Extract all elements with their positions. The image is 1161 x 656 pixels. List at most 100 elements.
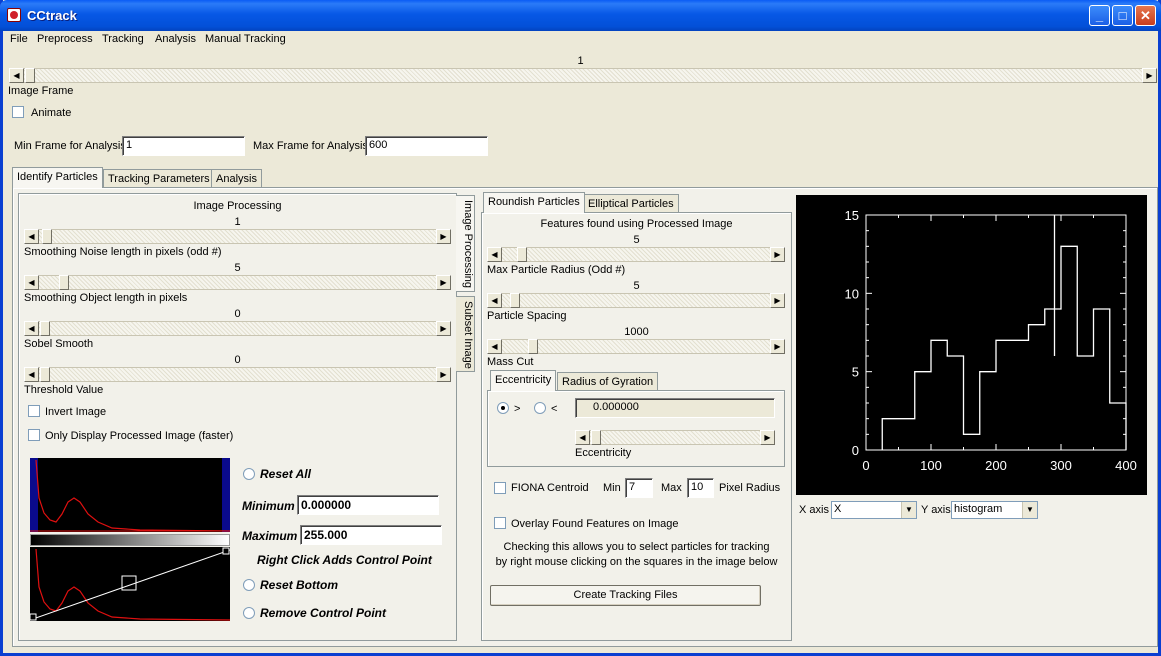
spacing-value: 5 [633,280,640,292]
scroll-right-icon[interactable]: ▶ [760,430,775,445]
scroll-left-icon[interactable]: ◀ [575,430,590,445]
slider-thumb[interactable] [25,68,35,83]
scroll-right-icon[interactable]: ▶ [436,321,451,336]
animate-label: Animate [31,107,72,119]
less-than-radio[interactable] [534,402,546,414]
y-tick-label: 5 [852,365,859,380]
window-title: CCtrack [27,8,77,23]
invert-image-checkbox[interactable] [28,405,40,417]
xaxis-label: X axis [799,504,829,516]
eccentricity-label: Eccentricity [575,447,632,459]
greater-than-radio[interactable] [497,402,509,414]
scroll-left-icon[interactable]: ◀ [9,68,24,83]
minimum-input[interactable]: 0.000000 [297,495,439,515]
xaxis-select[interactable]: X ▼ [831,501,917,519]
only-processed-checkbox[interactable] [28,429,40,441]
scroll-left-icon[interactable]: ◀ [487,293,502,308]
slider-thumb[interactable] [59,275,69,290]
scroll-right-icon[interactable]: ▶ [436,275,451,290]
create-tracking-files-button[interactable]: Create Tracking Files [490,585,761,606]
scroll-right-icon[interactable]: ▶ [1142,68,1157,83]
slider-thumb[interactable] [517,247,527,262]
sobel-slider[interactable]: ◀ ▶ [24,321,451,336]
minimum-label: Minimum [242,499,295,513]
max-radius-input[interactable]: 10 [687,478,714,498]
min-radius-input[interactable]: 7 [625,478,653,498]
only-processed-label: Only Display Processed Image (faster) [45,430,234,442]
maximum-label: Maximum [242,529,298,543]
menu-analysis[interactable]: Analysis [155,33,196,45]
overlay-checkbox[interactable] [494,517,506,529]
scroll-right-icon[interactable]: ▶ [436,367,451,382]
slider-thumb[interactable] [42,229,52,244]
scroll-right-icon[interactable]: ▶ [770,339,785,354]
tab-elliptical-particles[interactable]: Elliptical Particles [583,194,679,213]
y-tick-label: 15 [845,208,859,223]
scroll-right-icon[interactable]: ▶ [770,293,785,308]
transfer-curve[interactable] [30,547,230,621]
chevron-down-icon[interactable]: ▼ [1022,502,1037,518]
tab-analysis[interactable]: Analysis [211,169,262,188]
image-frame-slider[interactable]: ◀ ▶ [9,68,1157,83]
tab-radius-of-gyration[interactable]: Radius of Gyration [557,372,659,391]
yaxis-select[interactable]: histogram ▼ [951,501,1038,519]
noise-slider[interactable]: ◀ ▶ [24,229,451,244]
mass-cut-slider[interactable]: ◀ ▶ [487,339,785,354]
scroll-left-icon[interactable]: ◀ [24,367,39,382]
scroll-left-icon[interactable]: ◀ [24,321,39,336]
greater-than-label: > [514,403,521,415]
tab-image-processing[interactable]: Image Processing [456,195,475,292]
scroll-left-icon[interactable]: ◀ [487,339,502,354]
max-radius-label: Max Particle Radius (Odd #) [487,264,626,276]
slider-thumb[interactable] [40,367,50,382]
min-frame-input[interactable]: 1 [122,136,245,156]
slider-thumb[interactable] [510,293,520,308]
image-frame-label: Image Frame [8,85,74,97]
scroll-left-icon[interactable]: ◀ [24,275,39,290]
features-title: Features found using Processed Image [540,218,733,230]
scroll-left-icon[interactable]: ◀ [487,247,502,262]
intensity-histogram[interactable] [30,458,230,532]
reset-all-radio[interactable] [243,468,255,480]
threshold-slider[interactable]: ◀ ▶ [24,367,451,382]
tab-tracking-parameters[interactable]: Tracking Parameters [103,169,215,188]
scroll-right-icon[interactable]: ▶ [436,229,451,244]
tab-subset-image[interactable]: Subset Image [456,296,475,372]
menu-file[interactable]: File [10,33,28,45]
control-point-hint: Right Click Adds Control Point [257,553,432,567]
max-radius-slider[interactable]: ◀ ▶ [487,247,785,262]
mass-cut-label: Mass Cut [487,356,534,368]
slider-thumb[interactable] [40,321,50,336]
tab-identify-particles[interactable]: Identify Particles [12,167,103,188]
feature-histogram-plot[interactable]: 0 100 200 300 400 0 5 10 15 [796,195,1147,495]
object-label: Smoothing Object length in pixels [24,292,188,304]
spacing-slider[interactable]: ◀ ▶ [487,293,785,308]
slider-thumb[interactable] [528,339,538,354]
object-slider[interactable]: ◀ ▶ [24,275,451,290]
tab-eccentricity[interactable]: Eccentricity [490,370,557,391]
menu-preprocess[interactable]: Preprocess [37,33,93,45]
animate-checkbox[interactable] [12,106,24,118]
scroll-left-icon[interactable]: ◀ [24,229,39,244]
minimize-button[interactable]: _ [1089,5,1110,26]
maximize-button[interactable]: □ [1112,5,1133,26]
menu-tracking[interactable]: Tracking [102,33,144,45]
overlay-label: Overlay Found Features on Image [511,518,679,530]
fiona-checkbox[interactable] [494,482,506,494]
title-bar[interactable]: CCtrack _ □ ✕ [0,0,1161,31]
max-frame-input[interactable]: 600 [365,136,488,156]
app-icon [7,8,21,22]
max-frame-label: Max Frame for Analysis [253,140,368,152]
remove-point-radio[interactable] [243,607,255,619]
menu-manual-tracking[interactable]: Manual Tracking [205,33,286,45]
reset-bottom-radio[interactable] [243,579,255,591]
scroll-right-icon[interactable]: ▶ [770,247,785,262]
slider-thumb[interactable] [591,430,601,445]
close-button[interactable]: ✕ [1135,5,1156,26]
tab-roundish-particles[interactable]: Roundish Particles [483,192,585,213]
pixel-radius-label: Pixel Radius [719,482,781,494]
eccentricity-slider[interactable]: ◀ ▶ [575,430,775,445]
chevron-down-icon[interactable]: ▼ [901,502,916,518]
y-tick-label: 0 [852,443,859,458]
maximum-input[interactable]: 255.000 [300,525,442,545]
